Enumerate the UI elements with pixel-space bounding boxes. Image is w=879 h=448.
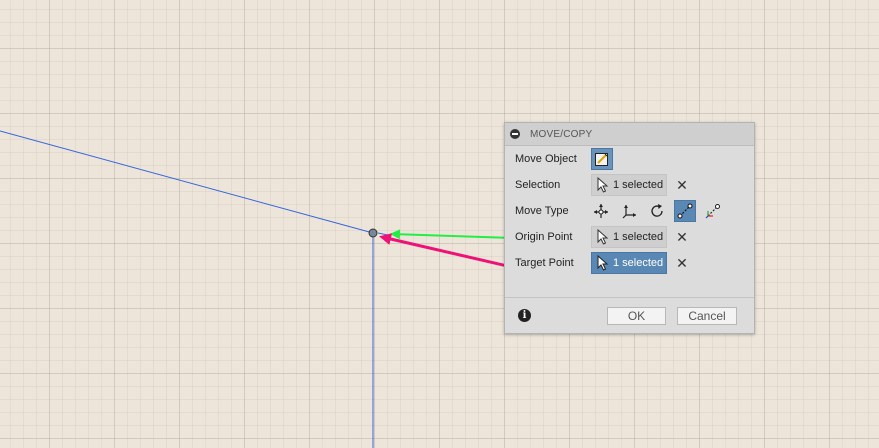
sketch-line-diagonal[interactable] [0, 130, 374, 234]
info-icon[interactable]: i [518, 309, 531, 322]
row-target-point: Target Point 1 selected ✕ [505, 252, 754, 274]
origin-point-select-button[interactable]: 1 selected [591, 226, 667, 248]
translate-icon [594, 204, 608, 218]
row-origin-point: Origin Point 1 selected ✕ [505, 226, 754, 248]
move-type-rotate-button[interactable] [646, 200, 668, 222]
row-move-object: Move Object [505, 148, 754, 170]
dialog-footer: i OK Cancel [505, 297, 754, 334]
sketch-line-stub[interactable] [377, 232, 389, 236]
origin-point-count: 1 selected [613, 231, 664, 243]
move-type-point-to-point-button[interactable] [674, 200, 696, 222]
row-selection: Selection 1 selected ✕ [505, 174, 754, 196]
dialog-title: MOVE/COPY [530, 128, 593, 140]
origin-point-arrow [390, 229, 515, 240]
dialog-header: MOVE/COPY [505, 123, 754, 146]
selection-clear-icon[interactable]: ✕ [675, 178, 689, 192]
move-object-label: Move Object [515, 153, 577, 165]
move-object-button[interactable] [591, 148, 613, 170]
move-type-free-move-button[interactable] [618, 200, 640, 222]
rotate-icon [651, 204, 663, 217]
move-axes-icon [622, 205, 636, 219]
move-type-translate-button[interactable] [590, 200, 612, 222]
cancel-button[interactable]: Cancel [677, 307, 737, 325]
ok-button[interactable]: OK [607, 307, 666, 325]
sketch-point[interactable] [368, 228, 378, 238]
origin-point-clear-icon[interactable]: ✕ [675, 230, 689, 244]
move-type-label: Move Type [515, 205, 569, 217]
target-point-select-button[interactable]: 1 selected [591, 252, 667, 274]
origin-point-label: Origin Point [515, 231, 573, 243]
selection-label: Selection [515, 179, 561, 191]
selection-select-button[interactable]: 1 selected [591, 174, 667, 196]
target-point-clear-icon[interactable]: ✕ [675, 256, 689, 270]
target-point-count: 1 selected [613, 257, 664, 269]
target-point-label: Target Point [515, 257, 574, 269]
point-to-point-icon [677, 203, 693, 219]
cursor-arrow-icon [597, 177, 609, 193]
cursor-arrow-icon [597, 229, 609, 245]
body-object-icon [595, 153, 608, 166]
row-move-type: Move Type [505, 200, 754, 222]
cursor-arrow-icon [597, 255, 609, 271]
move-type-point-to-position-button[interactable] [702, 200, 724, 222]
target-point-arrow [379, 233, 517, 270]
collapse-icon[interactable] [510, 129, 520, 139]
selection-count: 1 selected [613, 179, 664, 191]
point-to-position-icon [705, 204, 720, 219]
move-copy-dialog: MOVE/COPY Move Object Selection 1 select… [504, 122, 755, 334]
